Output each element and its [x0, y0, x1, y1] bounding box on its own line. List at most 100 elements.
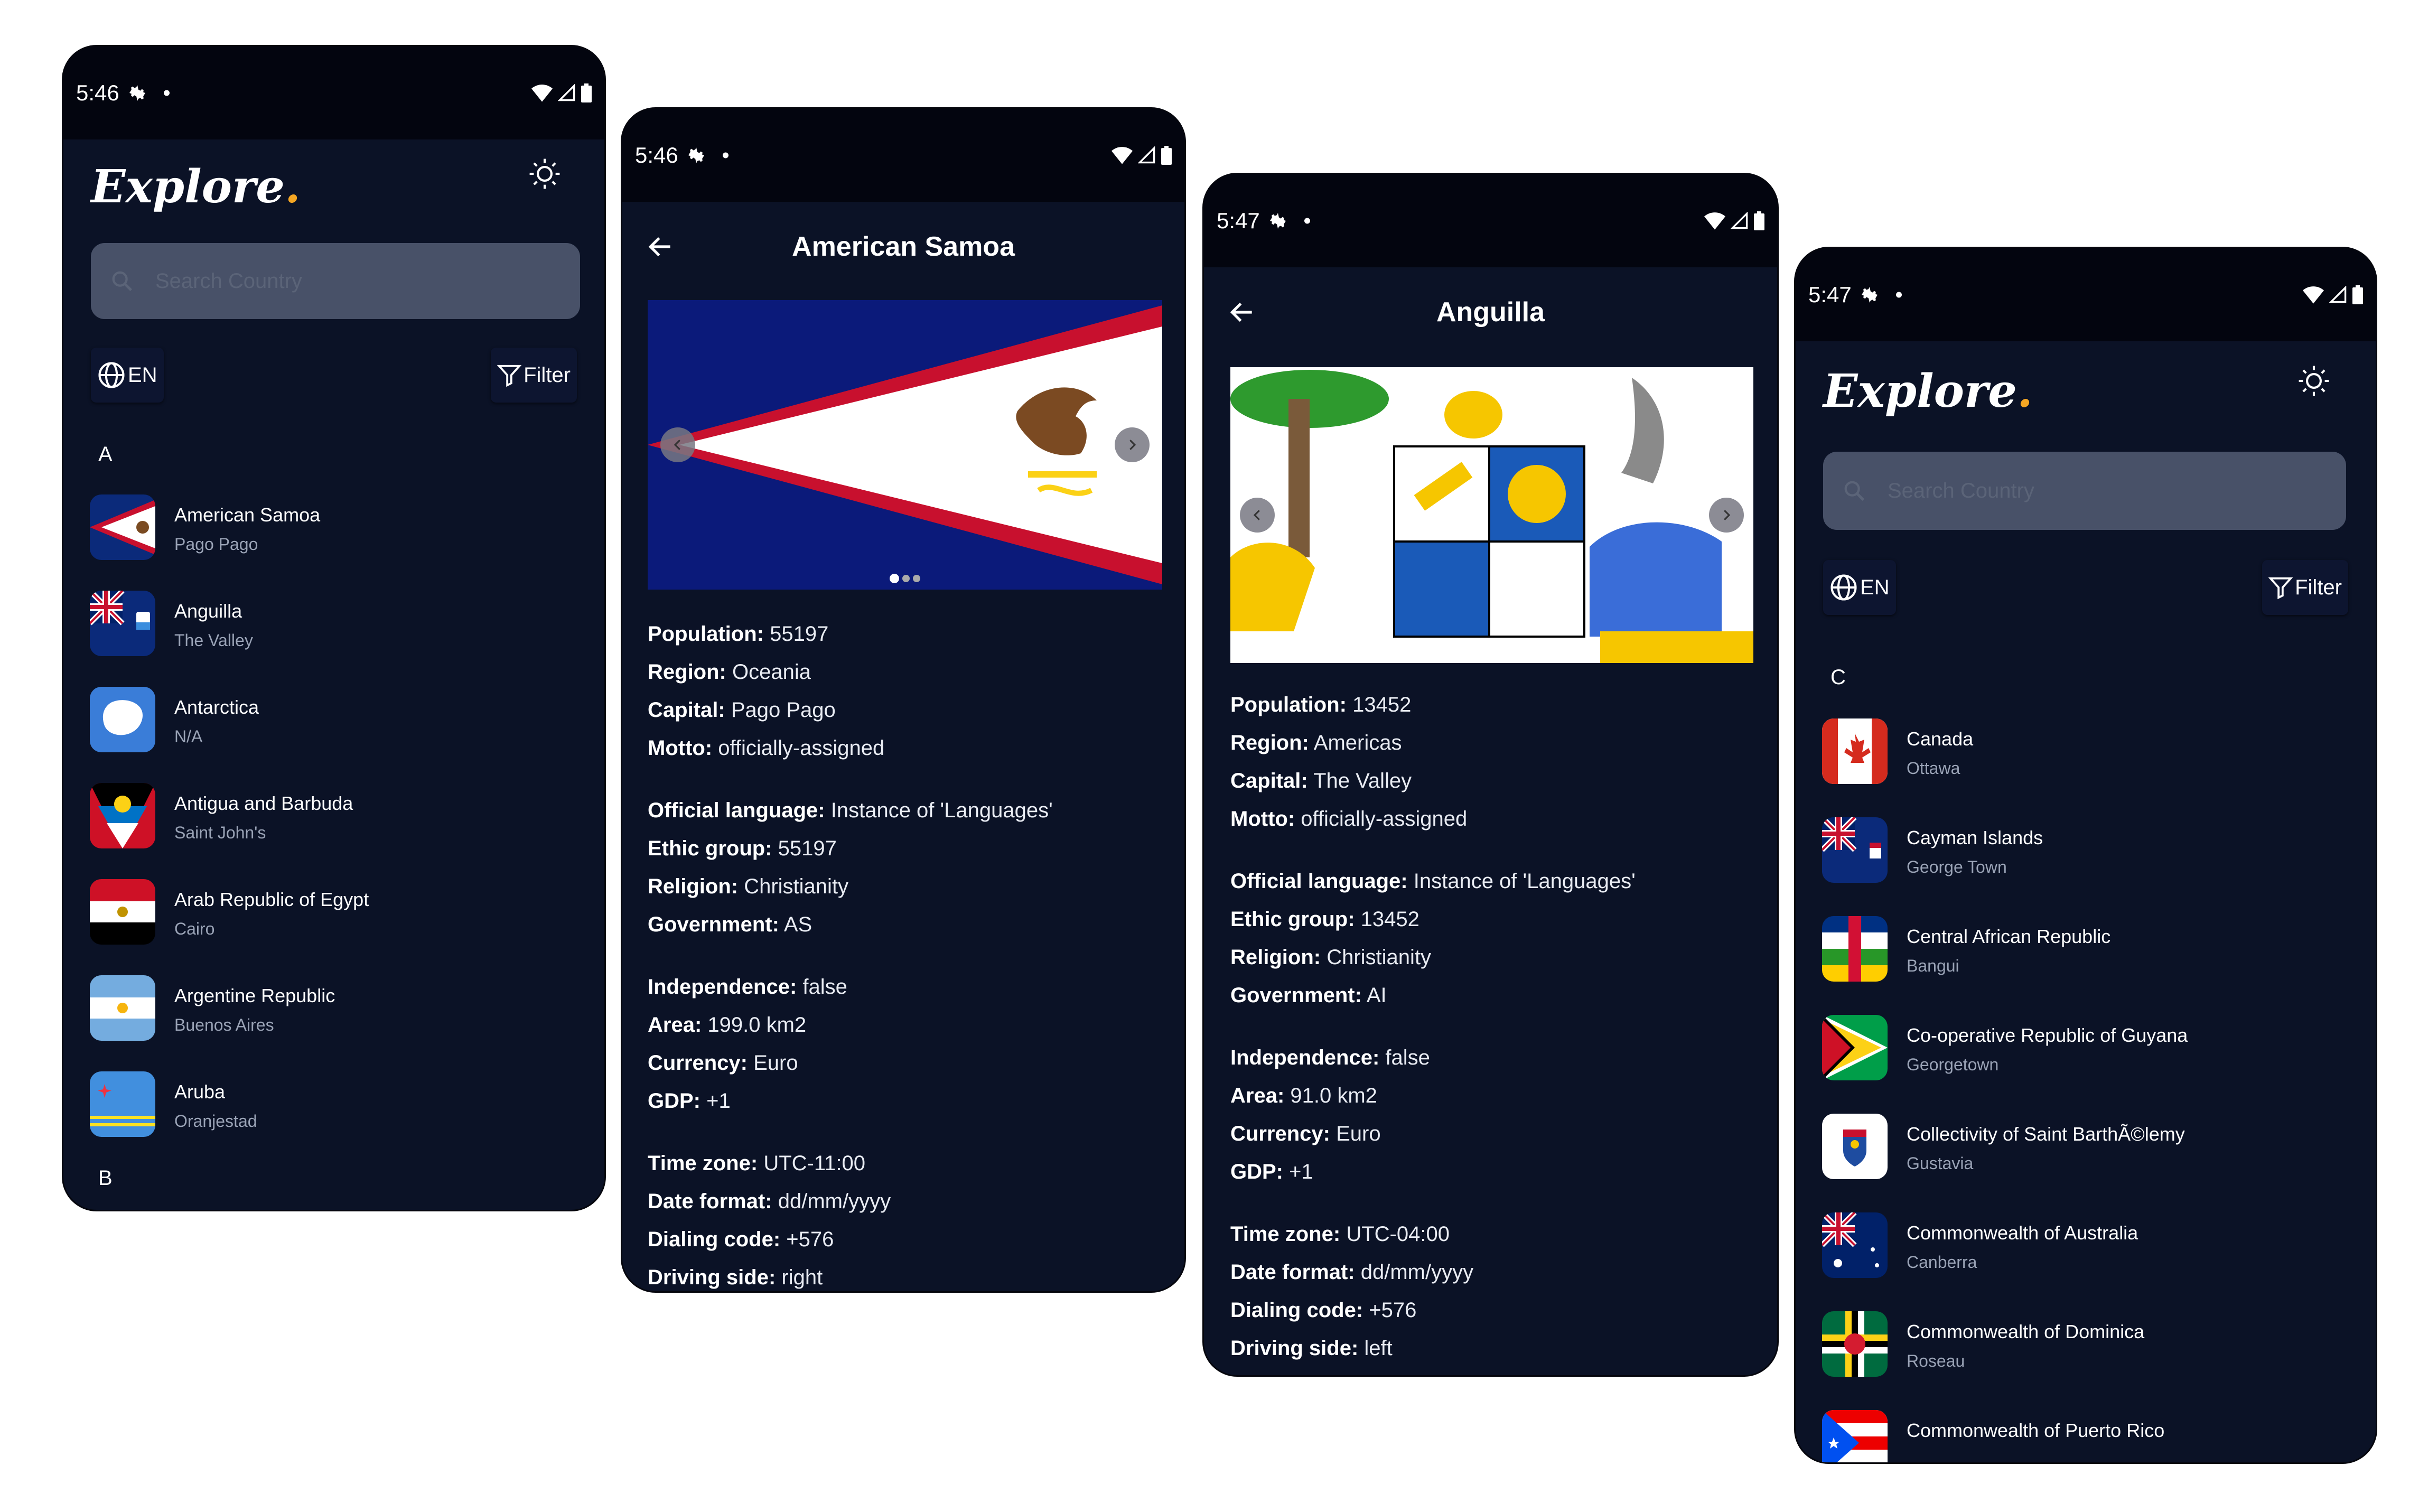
list-item-puerto-rico[interactable]: Commonwealth of Puerto Rico [1822, 1410, 2344, 1462]
flag-american-samoa-icon [90, 494, 155, 560]
detail-official-language: Official language: Instance of 'Language… [1230, 870, 1636, 893]
list-item-arab-republic-of-egypt[interactable]: Arab Republic of Egypt Cairo [90, 879, 577, 948]
flag-egypt-icon [90, 879, 155, 945]
app-logo: Explore. [91, 160, 301, 213]
search-placeholder: Search Country [1888, 479, 2034, 502]
language-button[interactable]: EN [1823, 560, 1896, 615]
language-button[interactable]: EN [91, 348, 164, 403]
page-title: American Samoa [792, 231, 1015, 262]
phone-detail-anguilla: 5:47 Anguilla Population: 13452 Region: … [1202, 173, 1779, 1377]
phone-list-a: 5:46 Explore. Search Country EN Filter A… [62, 45, 606, 1211]
search-placeholder: Search Country [155, 269, 302, 293]
app-logo: Explore. [1823, 365, 2033, 418]
wifi-icon [2303, 286, 2324, 304]
list-item-saint-barthelemy[interactable]: Collectivity of Saint BarthÃ©lemy Gustav… [1822, 1114, 2344, 1182]
globe-icon [1830, 574, 1857, 601]
flag-aruba-icon [90, 1071, 155, 1137]
detail-region: Region: Americas [1230, 731, 1402, 754]
status-time: 5:47 [1217, 208, 1260, 233]
filter-button[interactable]: Filter [491, 348, 577, 403]
detail-independence: Independence: false [648, 975, 847, 998]
signal-icon [1731, 212, 1748, 229]
detail-population: Population: 13452 [1230, 693, 1412, 716]
list-item-australia[interactable]: Commonwealth of Australia Canberra [1822, 1212, 2344, 1281]
list-item-cayman-islands[interactable]: Cayman Islands George Town [1822, 817, 2344, 886]
detail-time-zone: Time zone: UTC-04:00 [1230, 1222, 1450, 1246]
detail-official-language: Official language: Instance of 'Language… [648, 799, 1053, 822]
phone-list-c: 5:47 Explore. Search Country EN Filter C… [1794, 247, 2377, 1464]
detail-header: American Samoa [622, 202, 1184, 292]
notification-dot-icon [1304, 218, 1310, 224]
carousel-prev-button[interactable] [1240, 498, 1275, 533]
detail-government: Government: AS [648, 913, 812, 936]
search-input[interactable]: Search Country [91, 243, 580, 319]
detail-religion: Religion: Christianity [648, 875, 849, 898]
notification-dot-icon [1896, 292, 1902, 298]
flag-australia-icon [1822, 1212, 1888, 1278]
flag-image-carousel[interactable] [648, 300, 1162, 590]
country-details: Population: 13452 Region: Americas Capit… [1230, 686, 1636, 1367]
list-item-dominica[interactable]: Commonwealth of Dominica Roseau [1822, 1311, 2344, 1380]
carousel-dots [890, 574, 920, 583]
flag-antarctica-icon [90, 687, 155, 752]
wifi-icon [531, 85, 553, 102]
wifi-icon [1704, 212, 1725, 230]
language-label: EN [128, 363, 157, 387]
settings-gear-icon [688, 147, 704, 163]
signal-icon [2329, 286, 2347, 303]
status-bar: 5:47 [1204, 174, 1777, 267]
battery-icon [581, 83, 592, 102]
signal-icon [1138, 146, 1155, 164]
detail-independence: Independence: false [1230, 1046, 1430, 1069]
section-header-b: B [98, 1166, 113, 1190]
flag-image-carousel[interactable] [1230, 367, 1753, 663]
detail-time-zone: Time zone: UTC-11:00 [648, 1152, 865, 1175]
detail-ethic-group: Ethic group: 55197 [648, 837, 837, 860]
flag-canada-icon [1822, 718, 1888, 784]
filter-button[interactable]: Filter [2262, 560, 2348, 615]
list-item-aruba[interactable]: Aruba Oranjestad [90, 1071, 577, 1140]
wifi-icon [1112, 147, 1133, 164]
detail-government: Government: AI [1230, 984, 1387, 1007]
detail-date-format: Date format: dd/mm/yyyy [648, 1190, 891, 1213]
filter-funnel-icon [497, 365, 522, 387]
theme-toggle-sun-icon[interactable] [2297, 365, 2330, 397]
theme-toggle-sun-icon[interactable] [528, 157, 561, 190]
settings-gear-icon [129, 85, 145, 101]
list-item-argentine-republic[interactable]: Argentine Republic Buenos Aires [90, 975, 577, 1044]
status-time: 5:46 [76, 80, 119, 105]
detail-area: Area: 199.0 km2 [648, 1013, 807, 1037]
language-label: EN [1860, 575, 1890, 599]
detail-gdp: GDP: +1 [648, 1089, 731, 1113]
country-details: Population: 55197 Region: Oceania Capita… [648, 615, 1053, 1291]
flag-antigua-icon [90, 783, 155, 848]
detail-area: Area: 91.0 km2 [1230, 1084, 1377, 1107]
detail-region: Region: Oceania [648, 660, 811, 684]
chevron-right-icon [1129, 440, 1136, 450]
search-icon [112, 271, 133, 292]
flag-american-samoa-image [648, 300, 1162, 590]
filter-label: Filter [2295, 575, 2342, 599]
detail-date-format: Date format: dd/mm/yyyy [1230, 1261, 1474, 1284]
list-item-anguilla[interactable]: Anguilla The Valley [90, 591, 577, 659]
list-item-antarctica[interactable]: Antarctica N/A [90, 687, 577, 755]
status-bar: 5:46 [63, 46, 604, 139]
carousel-next-button[interactable] [1709, 498, 1744, 533]
battery-icon [1754, 211, 1764, 230]
list-item-central-african-republic[interactable]: Central African Republic Bangui [1822, 916, 2344, 985]
list-item-canada[interactable]: Canada Ottawa [1822, 718, 2344, 787]
filter-label: Filter [524, 363, 571, 387]
phone-detail-american-samoa: 5:46 American Samoa Population: 55197 Re… [621, 107, 1186, 1293]
settings-gear-icon [1270, 213, 1286, 229]
section-header-c: C [1830, 666, 1846, 689]
flag-argentina-icon [90, 975, 155, 1041]
list-item-american-samoa[interactable]: American Samoa Pago Pago [90, 494, 577, 563]
coat-of-arms-anguilla-image [1230, 367, 1753, 663]
list-item-guyana[interactable]: Co-operative Republic of Guyana Georgeto… [1822, 1015, 2344, 1084]
list-item-antigua-and-barbuda[interactable]: Antigua and Barbuda Saint John's [90, 783, 577, 852]
detail-driving-side: Driving side: left [1230, 1337, 1393, 1360]
carousel-next-button[interactable] [1115, 427, 1150, 462]
filter-funnel-icon [2268, 577, 2293, 600]
carousel-prev-button[interactable] [660, 427, 695, 462]
search-input[interactable]: Search Country [1823, 452, 2346, 530]
